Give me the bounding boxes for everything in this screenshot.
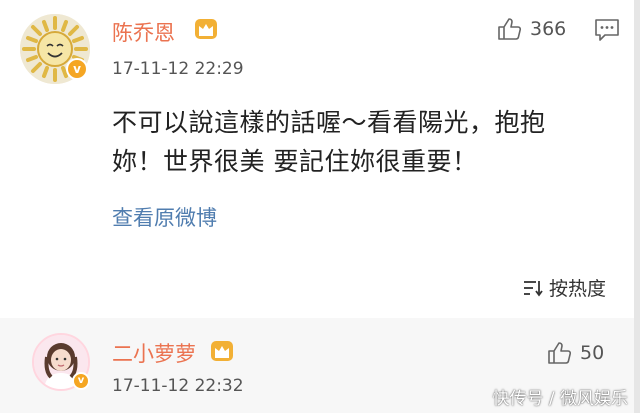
comment-icon[interactable]	[594, 17, 620, 43]
view-original-link[interactable]: 查看原微博	[112, 202, 217, 232]
sort-label: 按热度	[548, 278, 606, 300]
timestamp: 17-11-12 22:29	[112, 59, 244, 79]
like-count: 366	[530, 18, 567, 40]
like-button[interactable]: 50	[546, 340, 604, 366]
comment-text-line: 妳！世界很美 要記住妳很重要！	[112, 147, 478, 176]
username[interactable]: 二小萝萝	[112, 338, 196, 368]
like-button[interactable]: 366	[496, 16, 566, 42]
like-count: 50	[580, 342, 605, 364]
scrollbar[interactable]	[634, 0, 640, 413]
sort-icon	[523, 280, 543, 296]
comment-text: 不可以說這樣的話喔～看看陽光，抱抱 妳！世界很美 要記住妳很重要！	[112, 103, 622, 181]
crown-icon	[195, 19, 217, 39]
comment-text-line: 不可以說這樣的話喔～看看陽光，抱抱	[112, 108, 546, 137]
timestamp: 17-11-12 22:32	[112, 376, 244, 396]
verified-badge-icon: v	[66, 58, 88, 80]
sort-by-hot-button[interactable]: 按热度	[522, 274, 606, 301]
comment-item: v 陈乔恩 17-11-12 22:29 366 不可以說這樣的話喔～看看陽光，…	[0, 0, 640, 318]
thumbs-up-icon	[548, 342, 572, 364]
thumbs-up-icon	[498, 18, 522, 40]
username[interactable]: 陈乔恩	[112, 17, 175, 47]
watermark: 快传号 / 微风娱乐	[492, 389, 628, 409]
verified-badge-icon: v	[72, 372, 90, 390]
crown-icon	[211, 341, 233, 361]
